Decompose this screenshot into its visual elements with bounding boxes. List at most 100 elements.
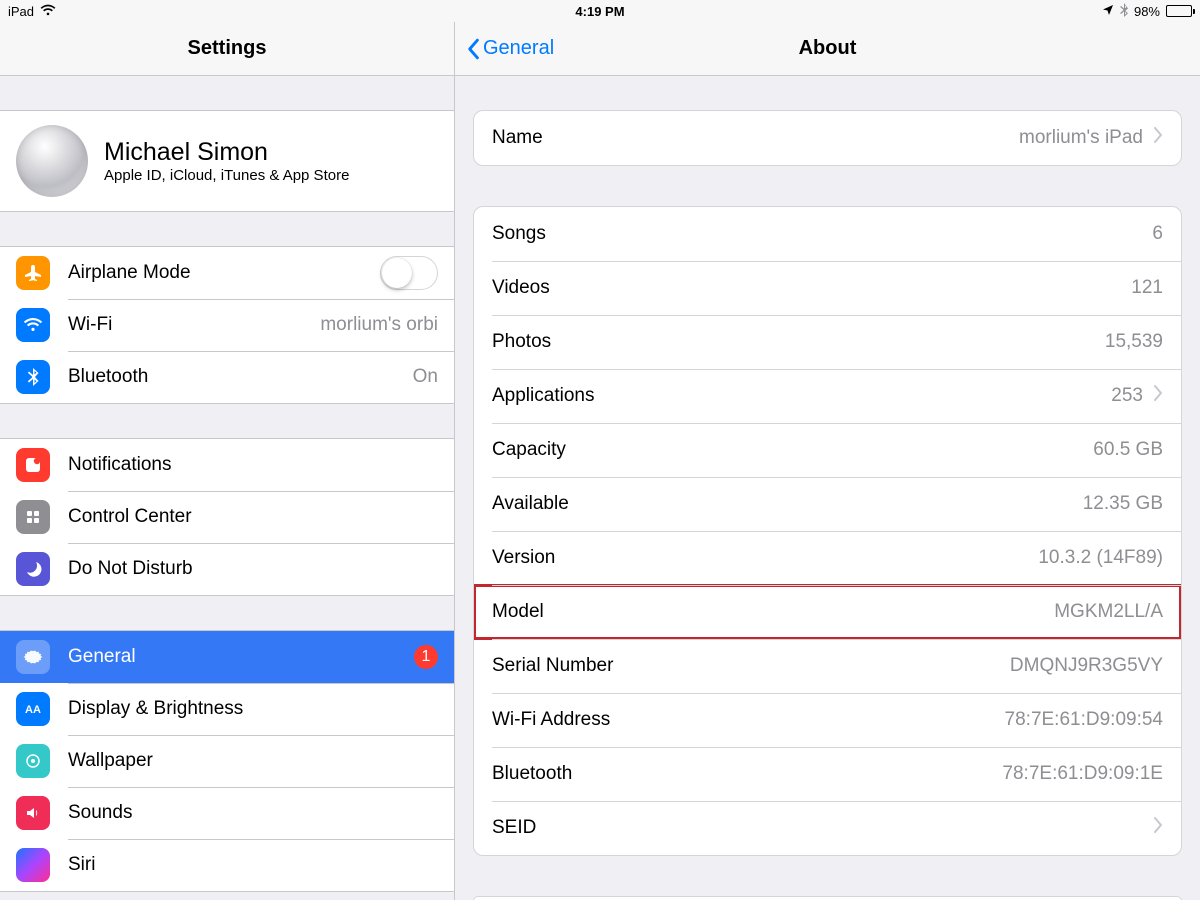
about-row-applications[interactable]: Applications 253 xyxy=(474,369,1181,423)
wifi-row[interactable]: Wi-Fi morlium's orbi xyxy=(0,299,454,351)
sounds-row[interactable]: Sounds xyxy=(0,787,454,839)
name-card: Name morlium's iPad xyxy=(473,110,1182,166)
name-value: morlium's iPad xyxy=(1019,127,1143,149)
profile-name: Michael Simon xyxy=(104,138,349,167)
dnd-label: Do Not Disturb xyxy=(68,558,193,580)
wifi-row-icon xyxy=(16,308,50,342)
clock: 4:19 PM xyxy=(575,4,624,19)
airplane-label: Airplane Mode xyxy=(68,262,191,284)
apple-id-row[interactable]: Michael Simon Apple ID, iCloud, iTunes &… xyxy=(0,110,454,212)
bluetooth-row[interactable]: Bluetooth On xyxy=(0,351,454,403)
row-key: Photos xyxy=(492,331,551,353)
row-value: 78:7E:61:D9:09:54 xyxy=(1005,709,1163,731)
wallpaper-row[interactable]: Wallpaper xyxy=(0,735,454,787)
about-row-videos: Videos 121 xyxy=(474,261,1181,315)
location-icon xyxy=(1102,4,1114,19)
row-value: 12.35 GB xyxy=(1083,493,1163,515)
about-row-bluetooth: Bluetooth 78:7E:61:D9:09:1E xyxy=(474,747,1181,801)
control-center-row[interactable]: Control Center xyxy=(0,491,454,543)
control-center-label: Control Center xyxy=(68,506,192,528)
about-row-version: Version 10.3.2 (14F89) xyxy=(474,531,1181,585)
airplane-toggle[interactable] xyxy=(380,256,438,290)
row-key: Videos xyxy=(492,277,550,299)
general-badge: 1 xyxy=(414,645,438,669)
bluetooth-status-icon xyxy=(1120,3,1128,20)
battery-percent: 98% xyxy=(1134,4,1160,19)
bluetooth-value: On xyxy=(413,366,438,388)
row-key: Songs xyxy=(492,223,546,245)
device-group: General 1 AA Display & Brightness Wallpa… xyxy=(0,630,454,892)
settings-sidebar: Settings Michael Simon Apple ID, iCloud,… xyxy=(0,22,455,900)
notifications-row[interactable]: Notifications xyxy=(0,439,454,491)
about-row-capacity: Capacity 60.5 GB xyxy=(474,423,1181,477)
row-value: MGKM2LL/A xyxy=(1054,601,1163,623)
back-button[interactable]: General xyxy=(465,37,554,60)
wallpaper-label: Wallpaper xyxy=(68,750,153,772)
status-bar: iPad 4:19 PM 98% xyxy=(0,0,1200,22)
row-key: SEID xyxy=(492,817,536,839)
about-row-seid[interactable]: SEID xyxy=(474,801,1181,855)
siri-row[interactable]: Siri xyxy=(0,839,454,891)
row-value: DMQNJ9R3G5VY xyxy=(1010,655,1163,677)
about-row-available: Available 12.35 GB xyxy=(474,477,1181,531)
row-key: Bluetooth xyxy=(492,763,572,785)
display-row[interactable]: AA Display & Brightness xyxy=(0,683,454,735)
wifi-label: Wi-Fi xyxy=(68,314,112,336)
row-key: Serial Number xyxy=(492,655,613,677)
bluetooth-row-icon xyxy=(16,360,50,394)
avatar xyxy=(16,125,88,197)
row-key: Model xyxy=(492,601,544,623)
about-row-model: Model MGKM2LL/A xyxy=(474,585,1181,639)
back-label: General xyxy=(483,37,554,60)
detail-title: About xyxy=(799,37,857,60)
row-key: Version xyxy=(492,547,555,569)
chevron-right-icon xyxy=(1153,127,1163,149)
sidebar-title: Settings xyxy=(188,37,267,60)
detail-pane: General About Name morlium's iPad Songs 6… xyxy=(455,22,1200,900)
row-key: Wi-Fi Address xyxy=(492,709,610,731)
name-row[interactable]: Name morlium's iPad xyxy=(474,111,1181,165)
next-card-peek xyxy=(473,896,1182,900)
sounds-icon xyxy=(16,796,50,830)
notifications-label: Notifications xyxy=(68,454,172,476)
profile-sub: Apple ID, iCloud, iTunes & App Store xyxy=(104,167,349,184)
row-value: 121 xyxy=(1131,277,1163,299)
chevron-right-icon xyxy=(1153,817,1163,839)
siri-icon xyxy=(16,848,50,882)
name-key: Name xyxy=(492,127,543,149)
row-value: 10.3.2 (14F89) xyxy=(1038,547,1163,569)
battery-icon xyxy=(1166,5,1192,17)
gear-icon xyxy=(16,640,50,674)
notifications-icon xyxy=(16,448,50,482)
about-row-serial-number: Serial Number DMQNJ9R3G5VY xyxy=(474,639,1181,693)
display-icon: AA xyxy=(16,692,50,726)
row-key: Available xyxy=(492,493,569,515)
row-value: 60.5 GB xyxy=(1093,439,1163,461)
siri-label: Siri xyxy=(68,854,95,876)
info-card: Songs 6 Videos 121 Photos15,539 Applications 2… xyxy=(473,206,1182,856)
svg-text:AA: AA xyxy=(25,704,41,716)
display-label: Display & Brightness xyxy=(68,698,243,720)
alerts-group: Notifications Control Center Do Not Dist… xyxy=(0,438,454,596)
device-name: iPad xyxy=(8,4,34,19)
wifi-value: morlium's orbi xyxy=(320,314,438,336)
wallpaper-icon xyxy=(16,744,50,778)
row-value: 253 xyxy=(1111,385,1143,407)
connectivity-group: Airplane Mode Wi-Fi morlium's orbi xyxy=(0,246,454,404)
bluetooth-label: Bluetooth xyxy=(68,366,148,388)
chevron-right-icon xyxy=(1153,385,1163,407)
dnd-icon xyxy=(16,552,50,586)
airplane-mode-row[interactable]: Airplane Mode xyxy=(0,247,454,299)
general-row[interactable]: General 1 xyxy=(0,631,454,683)
general-label: General xyxy=(68,646,136,668)
control-center-icon xyxy=(16,500,50,534)
about-row-songs: Songs 6 xyxy=(474,207,1181,261)
dnd-row[interactable]: Do Not Disturb xyxy=(0,543,454,595)
row-key: Capacity xyxy=(492,439,566,461)
row-key: Applications xyxy=(492,385,594,407)
airplane-icon xyxy=(16,256,50,290)
row-value: 6 xyxy=(1152,223,1163,245)
row-value: 78:7E:61:D9:09:1E xyxy=(1002,763,1163,785)
about-row-wi-fi-address: Wi-Fi Address 78:7E:61:D9:09:54 xyxy=(474,693,1181,747)
about-row-photos: Photos15,539 xyxy=(474,315,1181,369)
